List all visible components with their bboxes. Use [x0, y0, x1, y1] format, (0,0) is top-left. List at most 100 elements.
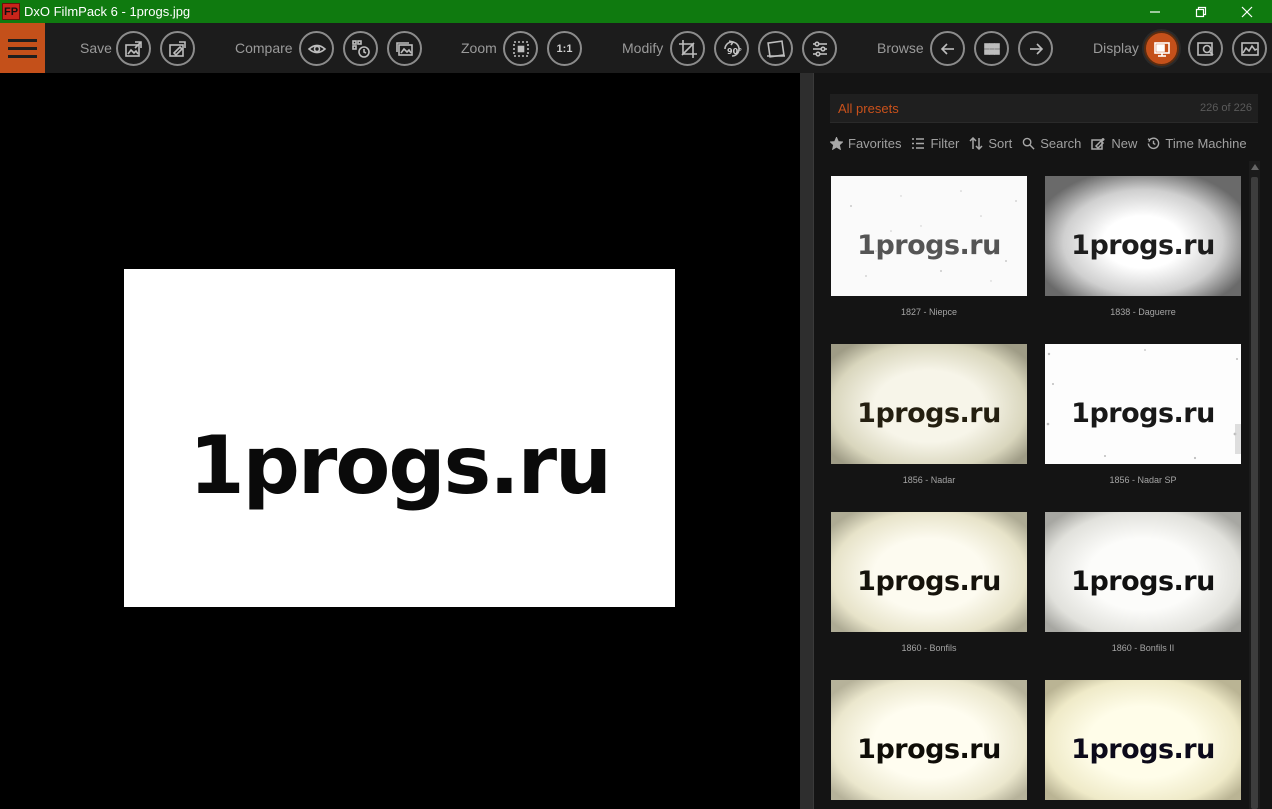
- thumbnail-text: 1progs.ru: [1071, 565, 1215, 597]
- thumbnail-text: 1progs.ru: [857, 229, 1001, 261]
- close-icon: [1241, 6, 1253, 17]
- thumbnail-text: 1progs.ru: [1071, 733, 1215, 765]
- crop-icon: [678, 39, 697, 58]
- histogram-button[interactable]: [1232, 31, 1267, 66]
- arrow-left-icon: [940, 42, 954, 55]
- display-fullscreen-button[interactable]: [1144, 31, 1179, 66]
- preset-toolbar: Favorites Filter Sort Search New Time Ma…: [830, 133, 1260, 153]
- rotate-button[interactable]: 90°: [714, 31, 749, 66]
- adjustments-button[interactable]: [802, 31, 837, 66]
- title-bar: FP DxO FilmPack 6 - 1progs.jpg: [0, 0, 1272, 23]
- thumbnail-text: 1progs.ru: [857, 397, 1001, 429]
- new-preset-button[interactable]: New: [1091, 136, 1137, 151]
- preset-thumbnail[interactable]: 1progs.ru: [1045, 344, 1241, 464]
- magnifier-image-icon: [1196, 41, 1214, 56]
- preset-thumbnail[interactable]: 1progs.ru: [831, 680, 1027, 800]
- preset-thumbnail[interactable]: 1progs.ru: [1045, 176, 1241, 296]
- export-edit-icon: [168, 40, 186, 57]
- app-logo-icon: FP: [2, 3, 20, 20]
- presets-panel: All presets 226 of 226 Favorites Filter …: [813, 73, 1272, 809]
- restore-icon: [1195, 6, 1207, 17]
- time-machine-icon: [1148, 137, 1160, 149]
- hamburger-menu-button[interactable]: [0, 23, 45, 73]
- preset-thumbnail[interactable]: 1progs.ru: [831, 512, 1027, 632]
- sort-button[interactable]: Sort: [969, 136, 1012, 151]
- time-machine-label: Time Machine: [1165, 135, 1247, 151]
- zoom-group-label: Zoom: [461, 40, 497, 56]
- preset-label: 1860 - Bonfils II: [1111, 643, 1175, 653]
- browse-grid-button[interactable]: [974, 31, 1009, 66]
- panel-splitter[interactable]: [800, 73, 813, 809]
- scroll-up-icon[interactable]: [1251, 164, 1259, 170]
- list-icon: [912, 137, 925, 149]
- histogram-icon: [1240, 41, 1259, 56]
- grid-clock-icon: [351, 39, 370, 58]
- sort-label: Sort: [988, 135, 1013, 151]
- previous-image-button[interactable]: [930, 31, 965, 66]
- filter-button[interactable]: Filter: [911, 136, 959, 151]
- fit-screen-icon: [512, 40, 529, 57]
- preset-thumbnail[interactable]: 1progs.ru: [1045, 680, 1241, 800]
- monitor-icon: [1153, 41, 1170, 57]
- favorites-button[interactable]: Favorites: [830, 136, 901, 151]
- filter-label: Filter: [930, 135, 960, 151]
- sort-arrows-icon: [969, 136, 983, 150]
- search-label: Search: [1040, 135, 1082, 151]
- new-label: New: [1111, 135, 1138, 151]
- preset-thumbnail[interactable]: 1progs.ru: [831, 344, 1027, 464]
- preset-selector[interactable]: All presets 226 of 226: [830, 94, 1258, 123]
- zoom-fit-button[interactable]: [503, 31, 538, 66]
- preset-label: 1838 - Daguerre: [1110, 307, 1176, 317]
- image-viewer[interactable]: 1progs.ru: [0, 73, 800, 809]
- thumbnail-text: 1progs.ru: [857, 565, 1001, 597]
- preset-category-title: All presets: [838, 101, 899, 116]
- restore-button[interactable]: [1178, 0, 1224, 23]
- modify-group-label: Modify: [622, 40, 664, 56]
- favorites-label: Favorites: [848, 135, 902, 151]
- main-image: 1progs.ru: [124, 269, 675, 607]
- save-as-button[interactable]: [160, 31, 195, 66]
- export-image-icon: [124, 40, 142, 57]
- search-button[interactable]: Search: [1022, 136, 1081, 151]
- time-machine-button[interactable]: Time Machine: [1147, 135, 1247, 151]
- hamburger-icon: [8, 39, 37, 42]
- arrow-right-icon: [1029, 42, 1043, 55]
- compare-presets-button[interactable]: [343, 31, 378, 66]
- rotate-90-icon: 90°: [723, 39, 742, 57]
- preset-thumbnail[interactable]: 1progs.ru: [831, 176, 1027, 296]
- preset-label: 1856 - Nadar: [902, 475, 956, 485]
- preset-scrollbar-thumb[interactable]: [1251, 177, 1258, 809]
- display-group-label: Display: [1093, 40, 1139, 56]
- preset-label: 1827 - Niepce: [900, 307, 958, 317]
- image-stack-icon: [395, 41, 413, 56]
- zoom-100-label: 1:1: [556, 42, 573, 55]
- straighten-icon: [766, 39, 785, 58]
- svg-text:90°: 90°: [727, 47, 742, 56]
- preset-label: 1856 - Nadar SP: [1109, 475, 1177, 485]
- sliders-icon: [812, 40, 827, 57]
- zoom-100-button[interactable]: 1:1: [547, 31, 582, 66]
- compare-group-label: Compare: [235, 40, 293, 56]
- close-button[interactable]: [1224, 0, 1270, 23]
- search-icon: [1022, 137, 1035, 150]
- compare-side-by-side-button[interactable]: [387, 31, 422, 66]
- star-icon: [830, 136, 843, 150]
- thumbnail-text: 1progs.ru: [1071, 397, 1215, 429]
- thumbnail-text: 1progs.ru: [1071, 229, 1215, 261]
- preset-thumbnail[interactable]: 1progs.ru: [1045, 512, 1241, 632]
- new-preset-icon: [1091, 137, 1105, 150]
- save-group-label: Save: [80, 40, 112, 56]
- preset-label: 1860 - Bonfils: [901, 643, 957, 653]
- loupe-button[interactable]: [1188, 31, 1223, 66]
- compare-original-button[interactable]: [299, 31, 334, 66]
- next-image-button[interactable]: [1018, 31, 1053, 66]
- eye-icon: [307, 44, 326, 53]
- browse-group-label: Browse: [877, 40, 924, 56]
- save-image-button[interactable]: [116, 31, 151, 66]
- main-toolbar: Save Compare Zoom 1:1 Modify 90° Browse: [0, 23, 1272, 73]
- grid-icon: [983, 42, 1000, 55]
- minimize-button[interactable]: [1132, 0, 1178, 23]
- crop-button[interactable]: [670, 31, 705, 66]
- straighten-button[interactable]: [758, 31, 793, 66]
- minimize-icon: [1150, 10, 1160, 13]
